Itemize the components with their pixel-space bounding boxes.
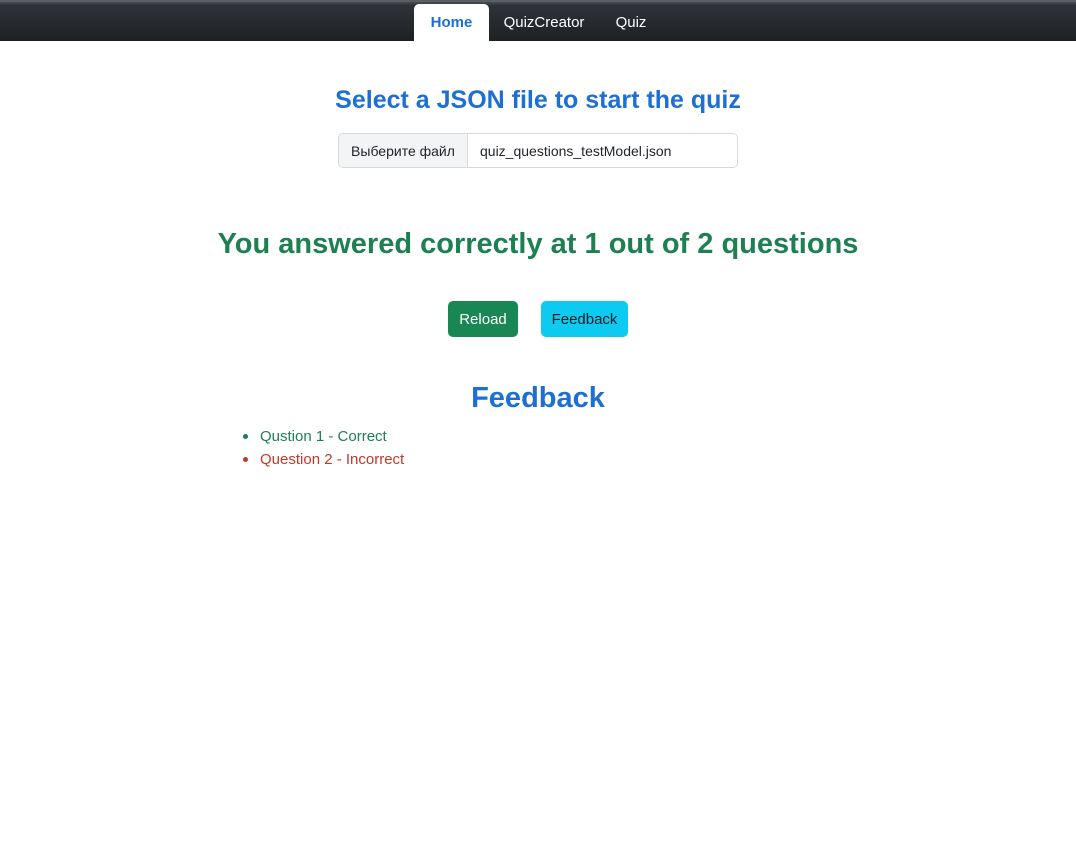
top-navbar: Home QuizCreator Quiz (0, 0, 1076, 43)
result-heading: You answered correctly at 1 out of 2 que… (217, 228, 859, 260)
feedback-list: Qustion 1 - Correct Question 2 - Incorre… (243, 428, 405, 474)
select-file-heading: Select a JSON file to start the quiz (335, 86, 741, 114)
feedback-item-incorrect: Question 2 - Incorrect (243, 451, 405, 474)
tab-home[interactable]: Home (414, 4, 489, 43)
tab-quizcreator[interactable]: QuizCreator (489, 2, 599, 43)
selected-file-name: quiz_questions_testModel.json (468, 134, 737, 167)
bullet-icon (243, 434, 248, 439)
feedback-item-text: Question 2 - Incorrect (260, 451, 405, 468)
feedback-item-text: Qustion 1 - Correct (260, 428, 387, 445)
tab-quiz[interactable]: Quiz (599, 2, 663, 43)
reload-button[interactable]: Reload (448, 301, 518, 337)
feedback-item-correct: Qustion 1 - Correct (243, 428, 404, 451)
feedback-button[interactable]: Feedback (541, 301, 628, 337)
bullet-icon (243, 457, 248, 462)
feedback-heading: Feedback (471, 382, 605, 414)
nav-tabs: Home QuizCreator Quiz (414, 2, 663, 43)
file-input[interactable]: Выберите файл quiz_questions_testModel.j… (338, 133, 738, 168)
choose-file-button[interactable]: Выберите файл (339, 134, 468, 167)
